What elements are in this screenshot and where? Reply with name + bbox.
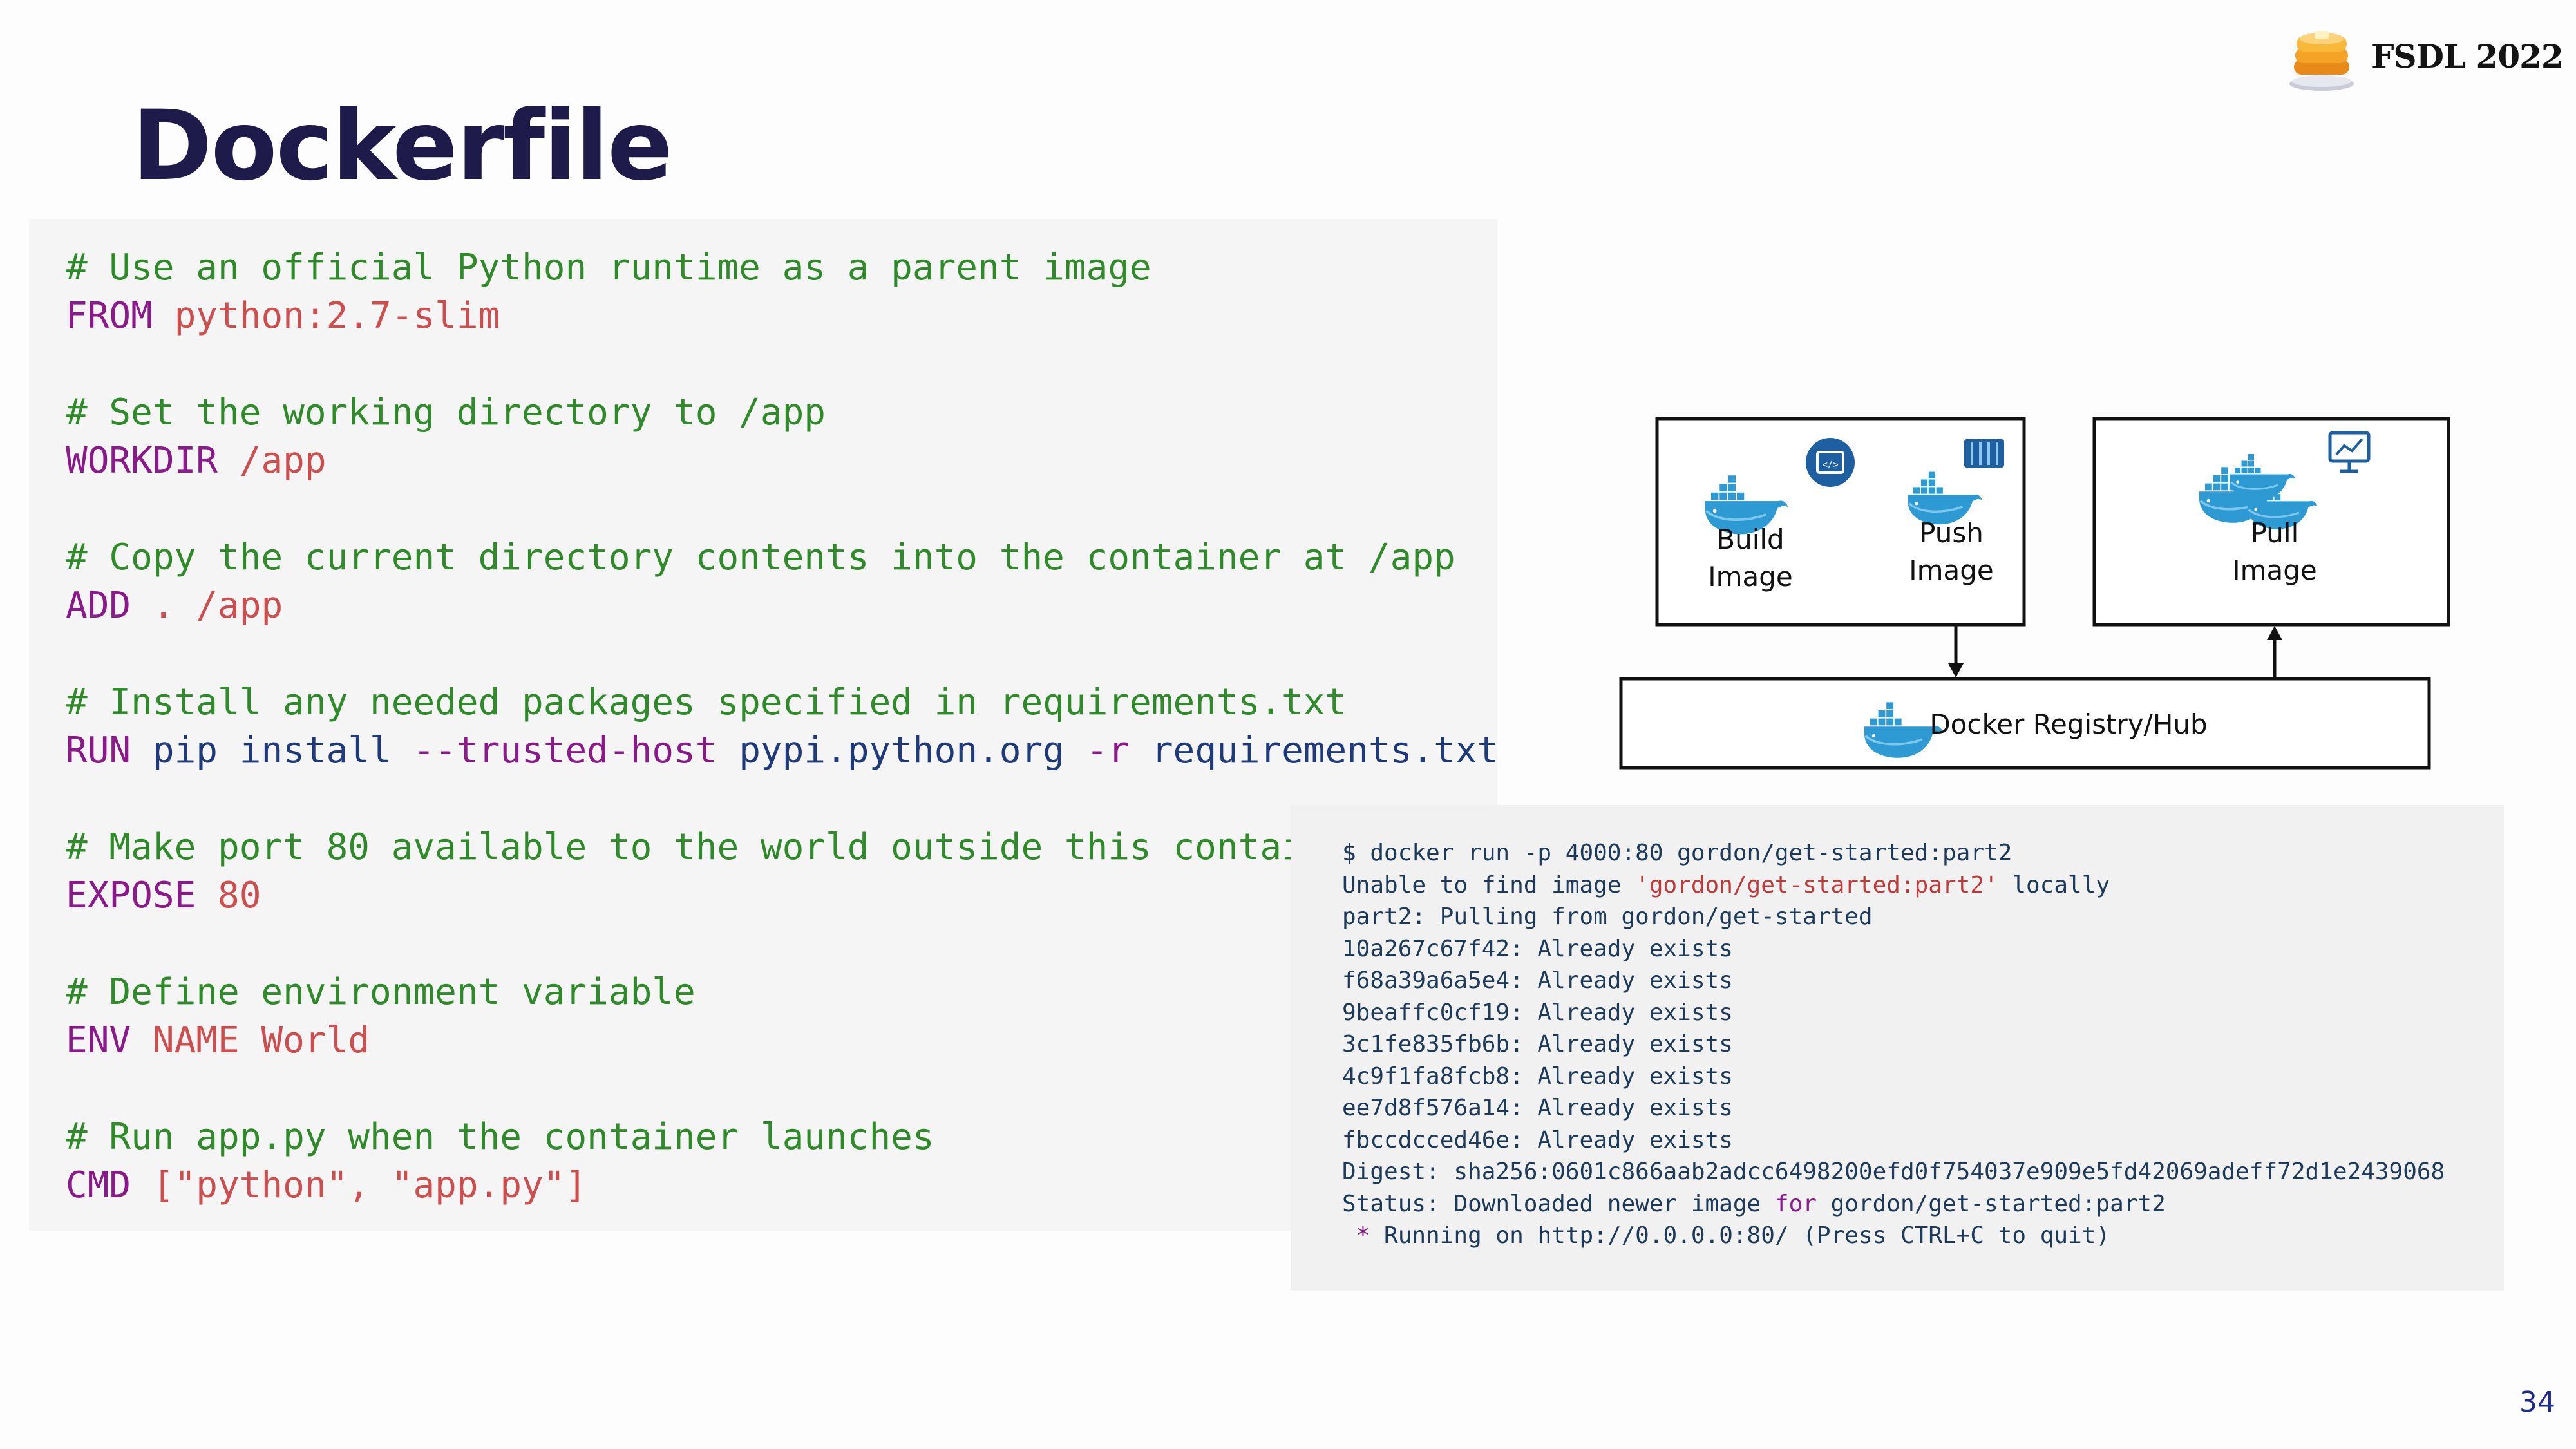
code-value: . — [152, 585, 175, 627]
registry-label: Docker Registry/Hub — [1929, 708, 2207, 740]
code-token: requirements.txt — [1151, 730, 1497, 772]
terminal-line: f68a39a6a5e4: Already exists — [1342, 967, 1733, 994]
pull-arrow — [2267, 626, 2282, 677]
code-comment: # Run app.py when the container launches — [66, 1116, 934, 1158]
push-label-2: Image — [1909, 554, 1994, 586]
docker-workflow-diagram: </> Build Image Push Image Pull Image Do… — [1619, 417, 2450, 770]
terminal-line: Status: Downloaded newer image — [1342, 1190, 1775, 1217]
code-value: World — [261, 1019, 370, 1061]
terminal-line: Running on http://0.0.0.0:80/ (Press CTR… — [1370, 1222, 2110, 1249]
code-keyword: RUN — [66, 730, 131, 772]
code-value: /app — [239, 440, 327, 482]
terminal-line: locally — [1998, 871, 2110, 898]
terminal-line: part2: Pulling from gordon/get-started — [1342, 904, 1873, 930]
code-comment: # Set the working directory to /app — [66, 392, 826, 433]
terminal-string: 'gordon/get-started:part2' — [1635, 871, 1998, 898]
push-arrow — [1948, 626, 1964, 677]
code-comment: # Make port 80 available to the world ou… — [66, 826, 1368, 868]
terminal-line: 4c9f1fa8fcb8: Already exists — [1342, 1063, 1733, 1090]
code-value: ["python", "app.py"] — [152, 1164, 587, 1206]
code-flag: --trusted-host — [413, 730, 717, 772]
code-value: python:2.7-slim — [174, 295, 500, 337]
terminal-bullet: * — [1342, 1222, 1370, 1249]
code-window-icon: </> — [1806, 438, 1855, 487]
code-comment: # Use an official Python runtime as a pa… — [66, 247, 1151, 289]
slide-title: Dockerfile — [132, 90, 673, 202]
dockerfile-code-block: # Use an official Python runtime as a pa… — [29, 219, 1497, 1231]
code-token: pip — [152, 730, 218, 772]
terminal-line: fbccdcced46e: Already exists — [1342, 1126, 1733, 1153]
page-number: 34 — [2519, 1386, 2555, 1419]
terminal-line: 3c1fe835fb6b: Already exists — [1342, 1031, 1733, 1057]
code-comment: # Install any needed packages specified … — [66, 681, 1347, 723]
code-value: /app — [196, 585, 283, 627]
code-keyword: ADD — [66, 585, 131, 627]
code-token: pypi.python.org — [739, 730, 1065, 772]
code-keyword: FROM — [66, 295, 153, 337]
code-value: 80 — [218, 875, 261, 916]
code-keyword: WORKDIR — [66, 440, 218, 482]
code-comment: # Copy the current directory contents in… — [66, 536, 1455, 578]
pull-label-1: Pull — [2251, 517, 2299, 549]
svg-text:</>: </> — [1822, 460, 1838, 470]
code-keyword: EXPOSE — [66, 875, 196, 916]
terminal-line: Unable to find image — [1342, 871, 1636, 898]
build-label-2: Image — [1708, 561, 1793, 592]
code-value: NAME — [152, 1019, 240, 1061]
terminal-line: 10a267c67f42: Already exists — [1342, 935, 1733, 962]
build-label-1: Build — [1716, 524, 1784, 555]
terminal-line: Digest: sha256:0601c866aab2adcc6498200ef… — [1342, 1159, 2445, 1185]
terminal-line: gordon/get-started:part2 — [1816, 1190, 2166, 1217]
pancake-stack-icon — [2289, 31, 2354, 91]
code-keyword: CMD — [66, 1164, 131, 1206]
code-flag: -r — [1086, 730, 1130, 772]
terminal-line: ee7d8f576a14: Already exists — [1342, 1095, 1733, 1121]
terminal-output: $ docker run -p 4000:80 gordon/get-start… — [1291, 805, 2504, 1291]
code-comment: # Define environment variable — [66, 971, 696, 1013]
terminal-line: 9beaffc0cf19: Already exists — [1342, 999, 1733, 1026]
pull-label-2: Image — [2232, 554, 2317, 586]
terminal-keyword: for — [1774, 1190, 1817, 1217]
code-token: install — [239, 730, 392, 772]
brand-label: FSDL 2022 — [2371, 37, 2564, 75]
code-keyword: ENV — [66, 1019, 131, 1061]
push-label-1: Push — [1919, 517, 1984, 549]
container-stack-icon — [1964, 439, 2004, 468]
terminal-line: $ docker run -p 4000:80 gordon/get-start… — [1342, 840, 2012, 866]
